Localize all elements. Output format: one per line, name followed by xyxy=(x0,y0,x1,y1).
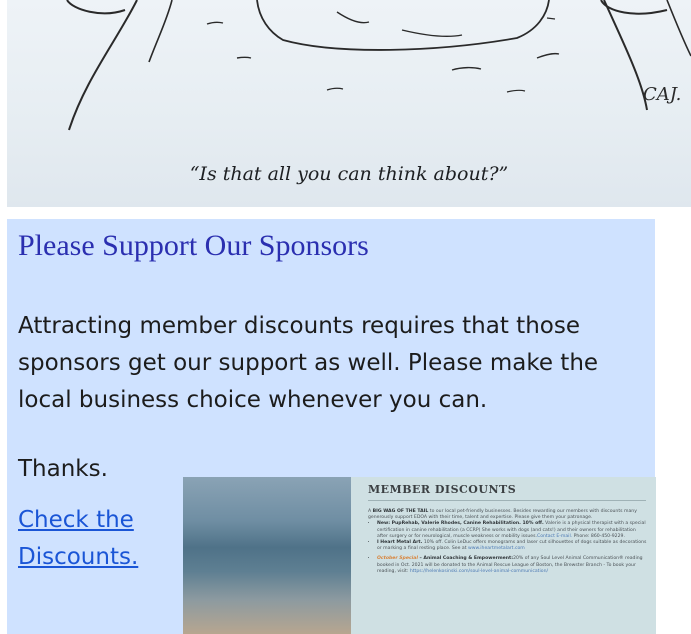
intro-bold: BIG WAG OF THE TAIL xyxy=(372,509,429,514)
discount-list: New: PupRehab, Valerie Rhodes, Canine Re… xyxy=(368,521,648,575)
cartoon-image: CAJ. “Is that all you can think about?” xyxy=(7,0,691,207)
check-discounts-link-continued[interactable]: Discounts. xyxy=(18,539,178,576)
item1-title: New: PupRehab, Valerie Rhodes, Canine Re… xyxy=(377,521,544,527)
sponsors-body: Attracting member discounts requires tha… xyxy=(18,313,599,413)
member-discounts-text: A BIG WAG OF THE TAIL to our local pet-f… xyxy=(368,509,648,575)
cartoon-caption: “Is that all you can think about?” xyxy=(189,163,509,185)
item3-special: October Special xyxy=(377,556,418,562)
heading-divider xyxy=(368,500,646,501)
item2-title: I Heart Metal Art. xyxy=(377,540,423,546)
item1-email-link[interactable]: Contact E-mail. xyxy=(537,534,572,539)
cartoon-signature: CAJ. xyxy=(643,84,681,105)
discount-item-animal-coaching: October Special – Animal Coaching & Empo… xyxy=(377,556,648,575)
thanks-text: Thanks. xyxy=(18,456,108,482)
check-discounts-link[interactable]: Check the xyxy=(18,502,178,539)
intro-paragraph: A BIG WAG OF THE TAIL to our local pet-f… xyxy=(368,509,648,521)
discount-item-puprehab: New: PupRehab, Valerie Rhodes, Canine Re… xyxy=(377,521,648,540)
item1-phone: Phone: 860-450-9229. xyxy=(572,533,625,539)
beach-photo xyxy=(183,477,351,634)
discount-item-metal-art: I Heart Metal Art. 10% off. Colin LeDuc … xyxy=(377,540,648,552)
item2-website-link[interactable]: www.iheartmetalart.com xyxy=(468,546,525,551)
item3-link[interactable]: https://helenkosinski.com/soul-level-ani… xyxy=(410,569,548,574)
item3-title: – Animal Coaching & Empowerment: xyxy=(417,556,514,562)
sponsors-title: Please Support Our Sponsors xyxy=(18,229,369,262)
member-discounts-heading: MEMBER DISCOUNTS xyxy=(368,483,517,496)
member-discounts-thumbnail[interactable]: MEMBER DISCOUNTS A BIG WAG OF THE TAIL t… xyxy=(183,477,656,634)
